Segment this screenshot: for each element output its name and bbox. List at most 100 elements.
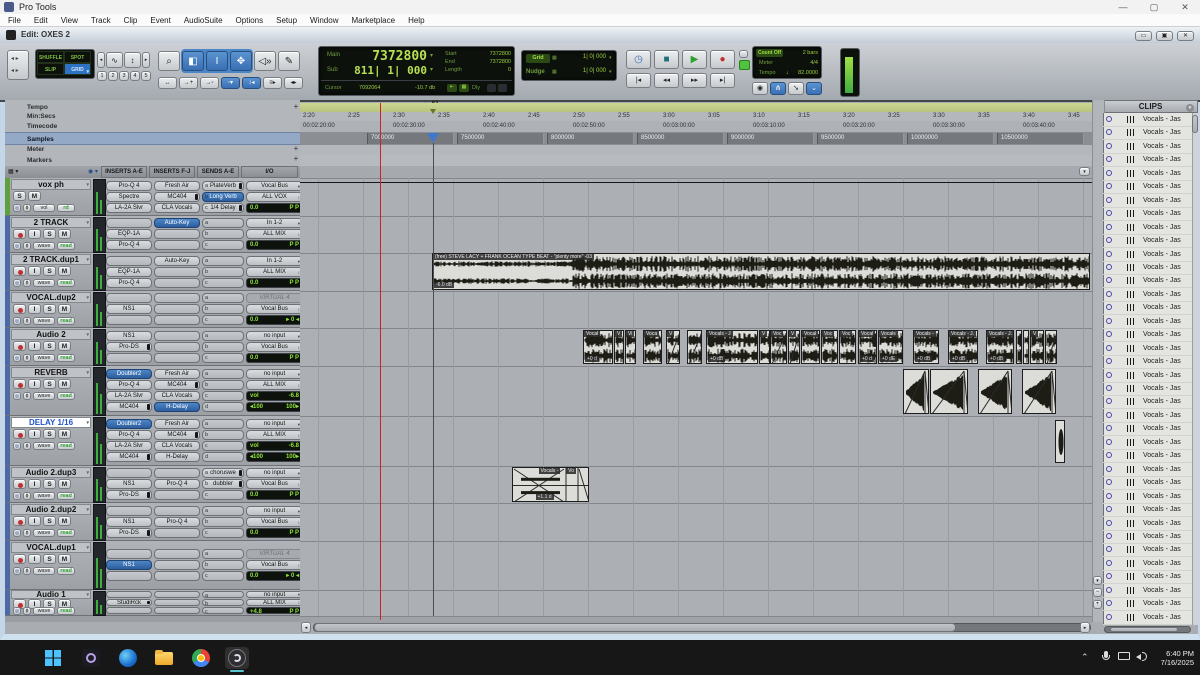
insert-slot[interactable]: LA-2A Slvr bbox=[106, 391, 152, 401]
main-counter-caret[interactable]: ▾ bbox=[430, 52, 433, 59]
insert-slot[interactable]: Pro-Q 4 bbox=[106, 430, 152, 440]
track-head-audio-1[interactable]: Audio 1 ▾ I S M ◎ ϕ wave read StudiRck a b c no input… bbox=[5, 590, 303, 616]
input-selector[interactable]: no input ▾ bbox=[246, 331, 303, 341]
input-selector[interactable]: In 1-2 ▾ bbox=[246, 256, 303, 266]
output-selector[interactable]: ALL MIX ↕ bbox=[246, 599, 303, 606]
insert-slot[interactable]: NS1 bbox=[106, 479, 152, 489]
audio-clip-group[interactable]: Vocals - Vo +1.1 d bbox=[512, 467, 589, 502]
automation-mode-selector[interactable]: read bbox=[57, 392, 75, 400]
track-name-caret[interactable]: ▾ bbox=[86, 180, 89, 189]
record-enable-button[interactable] bbox=[13, 304, 26, 314]
track-name-caret[interactable]: ▾ bbox=[86, 418, 89, 427]
clip-list-item[interactable]: Vocals - Jas bbox=[1103, 476, 1192, 491]
tracklist-view-icon[interactable]: ▦ ▾ bbox=[8, 168, 18, 175]
edit-cursor-marker[interactable] bbox=[427, 133, 439, 143]
insert-slot[interactable]: Pro-Q 4 bbox=[106, 380, 152, 390]
automation-mode-selector[interactable]: read bbox=[57, 567, 75, 575]
track-head-delay-1-16[interactable]: DELAY 1/16 ▾ I S M ◎ ϕ wave read Doubler2 Pro-Q 4L… bbox=[5, 416, 303, 466]
hscroll-left-button[interactable]: ◂ bbox=[301, 622, 311, 633]
taskbar-icon-file-explorer[interactable] bbox=[152, 647, 176, 669]
track-name[interactable]: 2 TRACK.dup1 ▾ bbox=[11, 254, 91, 265]
solo-button[interactable]: S bbox=[43, 266, 56, 276]
input-monitor-icon[interactable]: ◎ bbox=[13, 204, 21, 212]
delay-compensation-label[interactable]: Dly bbox=[472, 85, 480, 91]
clip-list-item[interactable]: Vocals - Jas bbox=[1103, 503, 1192, 518]
edit-window-titlebar[interactable]: Edit: OXES 2 bbox=[0, 27, 1200, 44]
audio-clip-vocal[interactable] bbox=[1016, 330, 1022, 364]
track-name[interactable]: Audio 2.dup3 ▾ bbox=[11, 467, 91, 478]
track-view-selector[interactable]: wave bbox=[33, 529, 55, 537]
hscroll-thumb[interactable] bbox=[314, 623, 956, 632]
clip-list-item[interactable]: Vocals - Jas bbox=[1103, 126, 1192, 141]
clip-list-item[interactable]: Vocals - Jas bbox=[1103, 248, 1192, 262]
audio-clip-vocal[interactable]: Voc bbox=[770, 330, 787, 364]
clip-list-item[interactable]: Vocals - Jas bbox=[1103, 301, 1192, 316]
menu-view[interactable]: View bbox=[61, 16, 78, 25]
menu-edit[interactable]: Edit bbox=[34, 16, 48, 25]
insert-slot[interactable]: MC404 bbox=[154, 430, 200, 440]
input-selector[interactable]: no input ▾ bbox=[246, 468, 303, 478]
volume-pan-display[interactable]: 0.0 P P bbox=[246, 278, 303, 288]
record-enable-button[interactable] bbox=[13, 229, 26, 239]
track-name[interactable]: Audio 2 ▾ bbox=[11, 329, 91, 340]
clip-list-item[interactable]: Vocals - Jas bbox=[1103, 463, 1192, 477]
clip-list-item[interactable]: Vocals - Jas bbox=[1103, 369, 1192, 383]
clip-list-item[interactable]: Vocals - Jas bbox=[1103, 180, 1192, 195]
input-monitor-icon[interactable]: ◎ bbox=[13, 529, 21, 537]
automation-mode-selector[interactable]: read bbox=[57, 442, 75, 450]
close-button[interactable]: ✕ bbox=[1170, 1, 1200, 13]
input-monitor-button[interactable]: I bbox=[28, 554, 41, 564]
send-slot[interactable]: dubbler b bbox=[202, 479, 244, 489]
input-monitor-icon[interactable]: ◎ bbox=[13, 354, 21, 362]
record-enable-button[interactable] bbox=[13, 266, 26, 276]
zoom-in-button[interactable]: ▸ bbox=[142, 52, 150, 68]
input-monitor-icon[interactable]: ◎ bbox=[13, 279, 21, 287]
clip-list-item[interactable]: Vocals - Jas bbox=[1103, 234, 1192, 249]
mute-button[interactable]: M bbox=[58, 304, 71, 314]
transport-mini-toggle[interactable] bbox=[739, 50, 748, 58]
input-monitor-icon[interactable]: ◎ bbox=[13, 567, 21, 575]
clip-list-item[interactable]: Vocals - Jas bbox=[1103, 167, 1192, 181]
insert-slot[interactable]: MC404 bbox=[154, 380, 200, 390]
clips-menu-icon[interactable]: ▾ bbox=[1186, 104, 1194, 112]
main-counter-value[interactable]: 7372800 bbox=[349, 49, 427, 64]
audio-clip-vocal[interactable]: Vocals - J. +0 dB bbox=[948, 330, 978, 364]
solo-button[interactable]: S bbox=[43, 304, 56, 314]
insertion-follows-button[interactable]: →▫ bbox=[200, 77, 219, 89]
volume-pan-display[interactable]: 0.0 ▸ 0 ◂ bbox=[246, 571, 303, 581]
track-name[interactable]: REVERB ▾ bbox=[11, 367, 91, 378]
automation-mode-selector[interactable]: read bbox=[57, 279, 75, 287]
taskbar-icon-start[interactable] bbox=[41, 647, 65, 669]
polarity-icon[interactable]: ϕ bbox=[23, 354, 31, 362]
track-head-vox-ph[interactable]: vox ph ▾ S M ◎ ϕ vol rd Pro-Q 4 Spectre LA-2A Slvr… bbox=[5, 178, 303, 216]
track-head-reverb[interactable]: REVERB ▾ I S M ◎ ϕ wave read Doubler2 Pro-Q 4 LA-2A… bbox=[5, 366, 303, 416]
nudge-value[interactable]: 1| 0| 000 bbox=[560, 68, 606, 74]
input-selector[interactable]: VIRTUAL 4 bbox=[246, 549, 303, 559]
insert-slot[interactable]: EQP-1A bbox=[106, 229, 152, 239]
track-lane[interactable] bbox=[300, 216, 1092, 253]
vscroll-down-button[interactable]: ▾ bbox=[1093, 576, 1102, 585]
mute-button[interactable]: M bbox=[58, 429, 71, 439]
input-monitor-icon[interactable]: ◎ bbox=[13, 317, 21, 325]
audio-clip-vocal[interactable]: Vocal bbox=[801, 330, 820, 364]
input-monitor-button[interactable]: I bbox=[28, 479, 41, 489]
insert-slot[interactable]: CLA Vocals bbox=[154, 391, 200, 401]
pan-depth-display[interactable]: ◂100 100▸ bbox=[246, 402, 303, 412]
volume-pan-display[interactable]: 0.0 ▸ 0 ◂ bbox=[246, 315, 303, 325]
taskbar-icon-pro-tools[interactable] bbox=[79, 647, 103, 669]
ruler-label-minsecs[interactable]: Min:Secs bbox=[5, 112, 300, 121]
input-selector[interactable]: no input ▾ bbox=[246, 506, 303, 516]
zoom-toggle-button[interactable]: ◂▸ bbox=[284, 77, 303, 89]
track-name-caret[interactable]: ▾ bbox=[86, 543, 89, 552]
menu-file[interactable]: File bbox=[8, 16, 21, 25]
clip-list-item[interactable]: Vocals - Jas bbox=[1103, 153, 1192, 168]
clips-vscrollbar[interactable] bbox=[1192, 113, 1199, 625]
clip-list-item[interactable]: Vocals - Jas bbox=[1103, 449, 1192, 464]
polarity-icon[interactable]: ϕ bbox=[23, 492, 31, 500]
polarity-icon[interactable]: ϕ bbox=[23, 529, 31, 537]
maximize-button[interactable]: ▢ bbox=[1139, 1, 1169, 13]
mirrored-edit-button[interactable]: ◦▾ bbox=[221, 77, 240, 89]
ruler-label-markers[interactable]: Markers bbox=[5, 155, 300, 166]
track-name-caret[interactable]: ▾ bbox=[86, 368, 89, 377]
insert-slot[interactable]: Pro-Q 4 bbox=[106, 278, 152, 288]
